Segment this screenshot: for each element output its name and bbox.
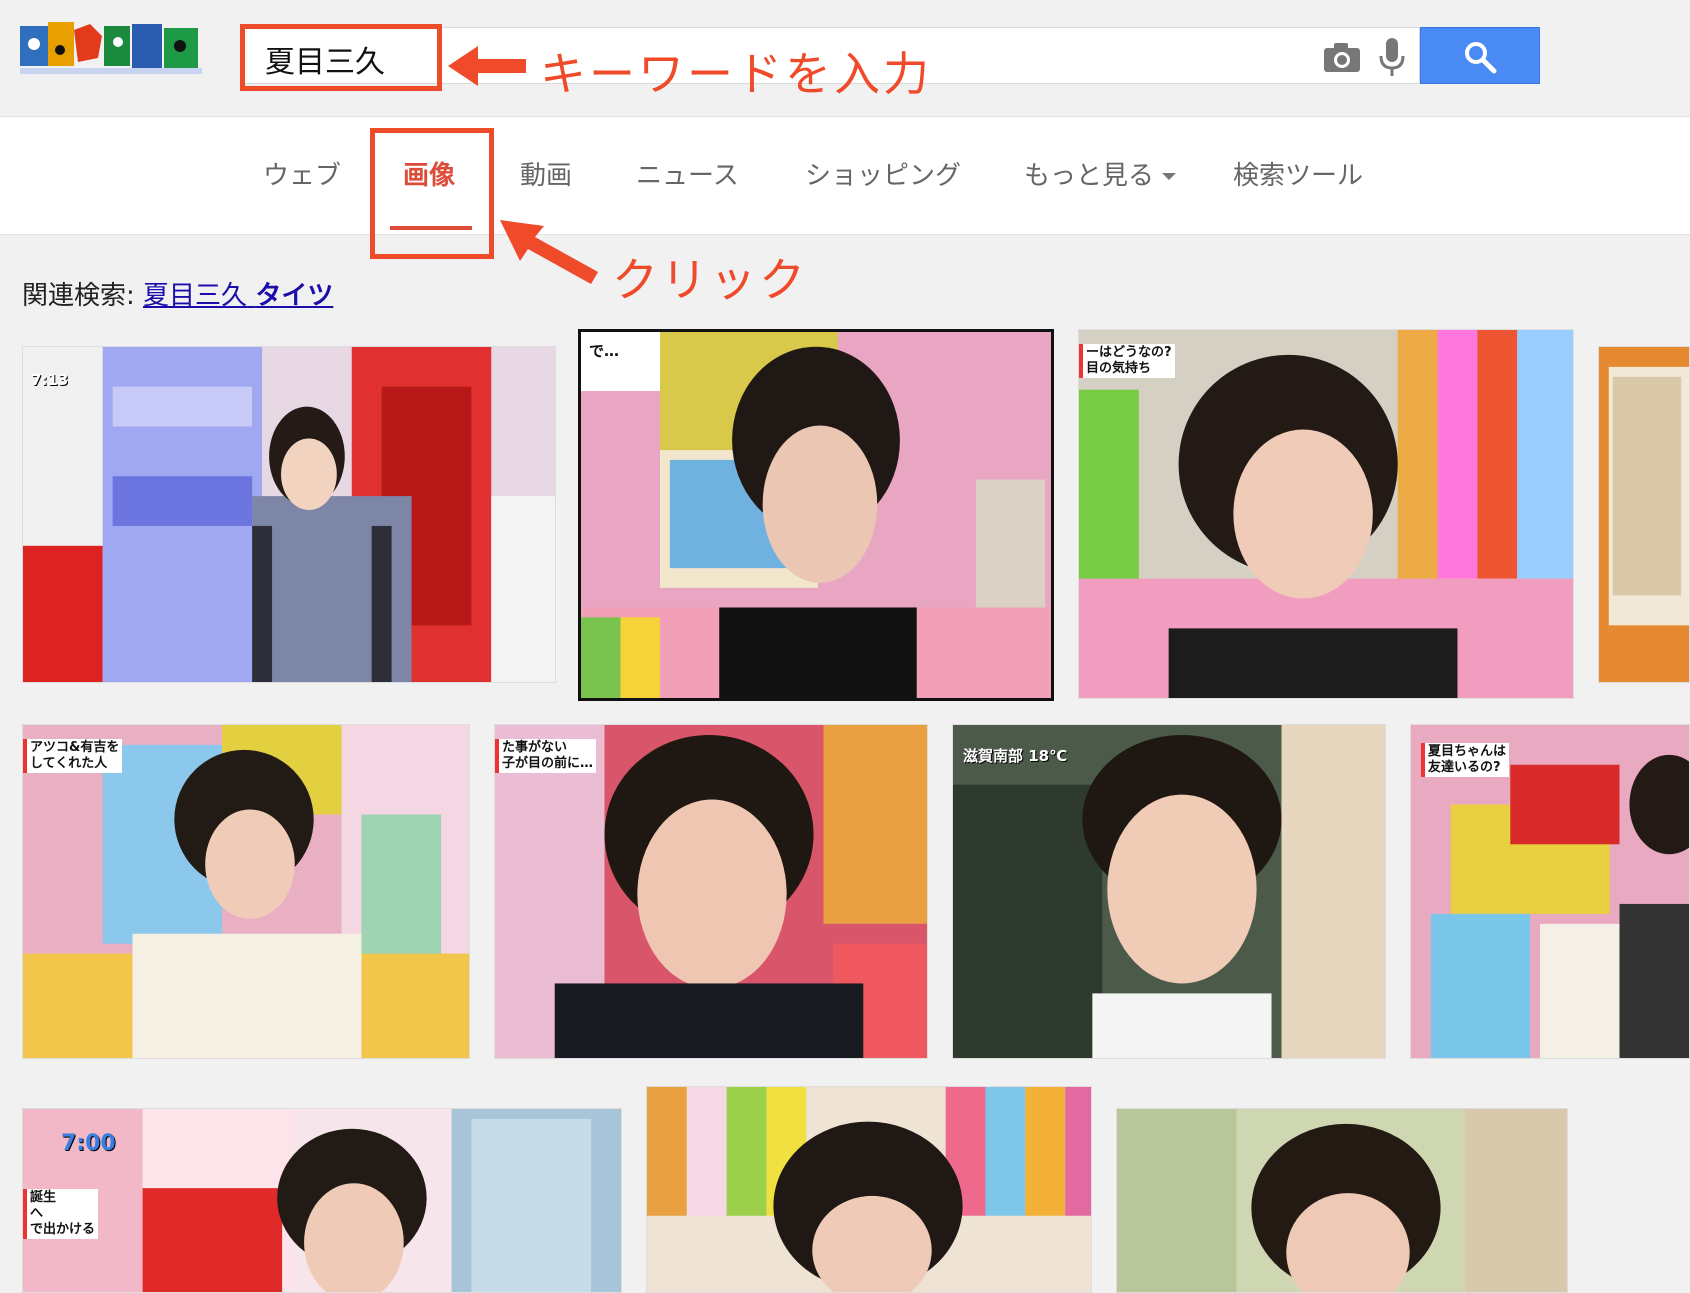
- thumbnail-time-label: 7:13: [31, 371, 69, 389]
- related-label: 関連検索:: [22, 281, 135, 311]
- header: 夏目三久 キーワードを入力: [0, 0, 1690, 117]
- image-thumbnail-7[interactable]: 滋賀南部 18℃: [952, 724, 1386, 1059]
- image-thumbnail-6[interactable]: た事がない 子が目の前に…: [494, 724, 928, 1059]
- related-searches: 関連検索: 夏目三久 タイツ: [22, 275, 333, 312]
- callout-arrow-up-left: [500, 220, 598, 284]
- thumbnail-caption-mark: で…: [589, 342, 620, 360]
- image-thumbnail-3[interactable]: ーはどうなの? 目の気持ち: [1078, 329, 1574, 699]
- image-thumbnail-1[interactable]: 7:13: [22, 346, 556, 683]
- images-tab-highlight-box: [370, 128, 494, 259]
- image-thumbnail-8-partial[interactable]: 夏目ちゃんは 友達いるの?: [1410, 724, 1690, 1059]
- image-thumbnail-2[interactable]: で…: [578, 329, 1054, 701]
- tab-shopping[interactable]: ショッピング: [805, 155, 961, 192]
- image-thumbnail-5[interactable]: アツコ&有吉を してくれた人: [22, 724, 470, 1059]
- search-button[interactable]: [1420, 27, 1540, 84]
- camera-icon[interactable]: [1322, 40, 1362, 74]
- thumbnail-caption-box: た事がない 子が目の前に…: [495, 739, 597, 773]
- tab-more-label: もっと見る: [1024, 161, 1155, 191]
- related-search-link[interactable]: 夏目三久 タイツ: [143, 281, 333, 311]
- thumbnail-time-label: 7:00: [61, 1131, 116, 1156]
- tab-more[interactable]: もっと見る: [1024, 155, 1177, 192]
- callout-keyword-text: キーワードを入力: [540, 47, 932, 101]
- image-thumbnail-4-partial[interactable]: [1598, 346, 1690, 683]
- thumbnail-caption-box: 誕生 へ で出かける: [23, 1189, 99, 1239]
- google-doodle-logo[interactable]: [20, 22, 202, 78]
- tab-web[interactable]: ウェブ: [263, 155, 341, 192]
- microphone-icon[interactable]: [1377, 36, 1407, 78]
- callout-click-text: クリック: [612, 253, 808, 307]
- search-tabs-bar: ウェブ 画像 動画 ニュース ショッピング もっと見る 検索ツール: [0, 117, 1690, 235]
- image-thumbnail-9[interactable]: 7:00 誕生 へ で出かける: [22, 1108, 622, 1293]
- thumbnail-caption-box: 夏目ちゃんは 友達いるの?: [1421, 743, 1510, 777]
- thumbnail-caption-box: アツコ&有吉を してくれた人: [23, 739, 123, 773]
- tab-videos[interactable]: 動画: [520, 155, 572, 192]
- tab-search-tools[interactable]: 検索ツール: [1233, 155, 1363, 192]
- thumbnail-caption-box: ーはどうなの? 目の気持ち: [1079, 344, 1175, 378]
- query-highlight-box: [240, 24, 442, 91]
- image-thumbnail-11[interactable]: [1116, 1108, 1568, 1293]
- thumbnail-weather-label: 滋賀南部 18℃: [963, 747, 1068, 765]
- tab-news[interactable]: ニュース: [636, 155, 739, 192]
- image-thumbnail-10[interactable]: [646, 1086, 1092, 1293]
- chevron-down-icon: [1162, 173, 1177, 180]
- search-icon: [1465, 42, 1497, 74]
- callout-arrow-left: [448, 46, 526, 86]
